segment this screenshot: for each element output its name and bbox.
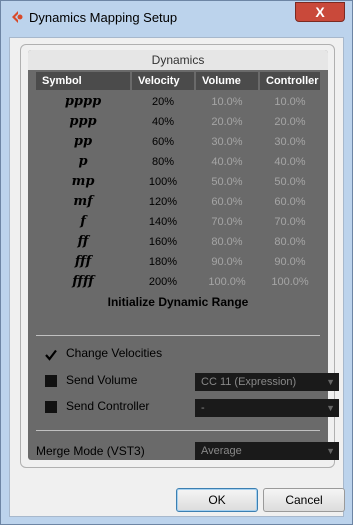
volume-cell: 100.0% — [208, 276, 246, 288]
controller-cell: 50.0% — [274, 176, 306, 188]
controller-cell: 100.0% — [271, 276, 309, 288]
volume-cell: 80.0% — [211, 236, 243, 248]
controller-cell: 80.0% — [274, 236, 306, 248]
symbol-cell: fff — [74, 254, 92, 269]
symbol-cell: p — [78, 154, 88, 169]
merge-mode-select[interactable]: Average ▼ — [195, 442, 339, 460]
controller-select[interactable]: - ▼ — [195, 399, 339, 417]
chevron-down-icon: ▼ — [326, 446, 335, 456]
controller-cell: 90.0% — [274, 256, 306, 268]
window-title: Dynamics Mapping Setup — [29, 10, 178, 25]
velocity-cell: 140% — [148, 216, 178, 228]
send-controller-checkbox[interactable] — [45, 401, 57, 413]
cancel-button[interactable]: Cancel — [263, 488, 345, 512]
divider — [36, 335, 320, 336]
chevron-down-icon: ▼ — [326, 377, 335, 387]
controller-cell: 70.0% — [274, 216, 306, 228]
table-row[interactable]: ff 160% 80.0% 80.0% — [36, 232, 320, 252]
close-icon: X — [315, 4, 325, 20]
column-header-controller: Controller — [260, 72, 320, 90]
controller-value: - — [201, 402, 205, 414]
volume-cell: 60.0% — [211, 196, 243, 208]
table-row[interactable]: p 80% 40.0% 40.0% — [36, 152, 320, 172]
send-volume-label: Send Volume — [66, 373, 138, 387]
title-bar[interactable]: Dynamics Mapping Setup X — [1, 1, 352, 37]
velocity-cell: 200% — [148, 276, 178, 288]
table-row[interactable]: pp 60% 30.0% 30.0% — [36, 132, 320, 152]
change-velocities-label: Change Velocities — [66, 346, 163, 360]
table-row[interactable]: mp 100% 50.0% 50.0% — [36, 172, 320, 192]
table-row[interactable]: fff 180% 90.0% 90.0% — [36, 252, 320, 272]
symbol-cell: ff — [77, 234, 89, 249]
send-volume-checkbox[interactable] — [45, 375, 57, 387]
symbol-cell: mp — [71, 174, 95, 189]
table-row[interactable]: f 140% 70.0% 70.0% — [36, 212, 320, 232]
velocity-cell: 40% — [151, 116, 175, 128]
volume-cell: 30.0% — [211, 136, 243, 148]
volume-cell: 50.0% — [211, 176, 243, 188]
cubase-logo-icon — [12, 11, 23, 23]
velocity-cell: 120% — [148, 196, 178, 208]
controller-cell: 30.0% — [274, 136, 306, 148]
symbol-cell: f — [80, 214, 86, 229]
merge-mode-value: Average — [201, 445, 242, 457]
symbol-cell: pppp — [64, 94, 102, 109]
column-header-volume: Volume — [196, 72, 258, 90]
symbol-cell: ppp — [69, 114, 97, 129]
dynamics-section-title: Dynamics — [28, 50, 328, 70]
chevron-down-icon: ▼ — [326, 403, 335, 413]
velocity-cell: 80% — [151, 156, 175, 168]
volume-controller-value: CC 11 (Expression) — [201, 376, 297, 388]
change-velocities-checkbox[interactable] — [45, 348, 57, 361]
table-row[interactable]: mf 120% 60.0% 60.0% — [36, 192, 320, 212]
velocity-cell: 60% — [151, 136, 175, 148]
symbol-cell: pp — [73, 134, 93, 149]
volume-cell: 70.0% — [211, 216, 243, 228]
table-row[interactable]: ffff 200% 100.0% 100.0% — [36, 272, 320, 292]
symbol-cell: ffff — [72, 274, 94, 289]
table-row[interactable]: pppp 20% 10.0% 10.0% — [36, 92, 320, 112]
velocity-cell: 160% — [148, 236, 178, 248]
volume-cell: 10.0% — [211, 96, 243, 108]
velocity-cell: 180% — [148, 256, 178, 268]
symbol-cell: mf — [73, 194, 93, 209]
initialize-dynamic-range-button[interactable]: Initialize Dynamic Range — [36, 292, 320, 312]
volume-cell: 20.0% — [211, 116, 243, 128]
divider — [36, 430, 320, 431]
table-row[interactable]: ppp 40% 20.0% 20.0% — [36, 112, 320, 132]
checkmark-icon — [45, 349, 57, 361]
velocity-cell: 20% — [151, 96, 175, 108]
controller-cell: 40.0% — [274, 156, 306, 168]
volume-controller-select[interactable]: CC 11 (Expression) ▼ — [195, 373, 339, 391]
column-header-symbol: Symbol — [36, 72, 130, 90]
close-button[interactable]: X — [295, 2, 345, 22]
controller-cell: 10.0% — [274, 96, 306, 108]
volume-cell: 40.0% — [211, 156, 243, 168]
merge-mode-label: Merge Mode (VST3) — [36, 444, 145, 458]
volume-cell: 90.0% — [211, 256, 243, 268]
column-header-velocity: Velocity — [132, 72, 194, 90]
ok-button[interactable]: OK — [176, 488, 258, 512]
velocity-cell: 100% — [148, 176, 178, 188]
controller-cell: 60.0% — [274, 196, 306, 208]
controller-cell: 20.0% — [274, 116, 306, 128]
send-controller-label: Send Controller — [66, 399, 150, 413]
